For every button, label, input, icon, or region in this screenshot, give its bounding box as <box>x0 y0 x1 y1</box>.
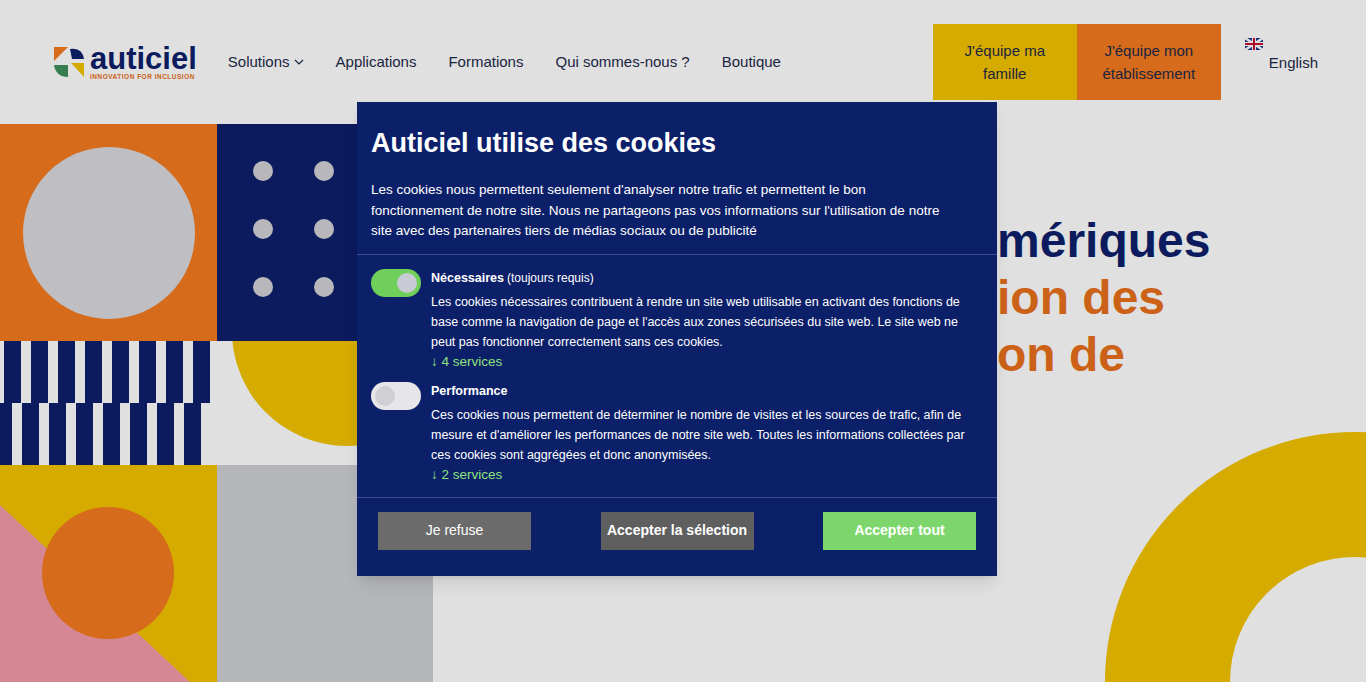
cookie-category: Nécessaires(toujours requis) Les cookies … <box>371 269 983 372</box>
dialog-footer: Je refuse Accepter la sélection Accepter t… <box>357 497 997 576</box>
dialog-title: Auticiel utilise des cookies <box>371 126 983 160</box>
category-name: Nécessaires <box>431 271 504 285</box>
services-link[interactable]: ↓ 4 services <box>431 352 983 372</box>
dialog-description: Les cookies nous permettent seulement d'… <box>371 180 983 242</box>
page: auticielINNOVATION FOR INCLUSIONSolution… <box>0 0 1366 682</box>
cookie-dialog: Auticiel utilise des cookies Les cookies … <box>357 102 997 576</box>
category-toggle[interactable] <box>371 269 421 297</box>
dialog-button[interactable]: Accepter tout <box>823 512 976 550</box>
dialog-button[interactable]: Je refuse <box>378 512 531 550</box>
category-note: (toujours requis) <box>507 271 594 285</box>
category-description: Les cookies nécessaires contribuent à re… <box>431 292 983 352</box>
category-description: Ces cookies nous permettent de détermine… <box>431 405 983 465</box>
cookie-category: Performance Ces cookies nous permettent d… <box>371 382 983 485</box>
category-name: Performance <box>431 384 507 398</box>
dialog-button[interactable]: Accepter la sélection <box>601 512 754 550</box>
services-link[interactable]: ↓ 2 services <box>431 465 983 485</box>
category-toggle[interactable] <box>371 382 421 410</box>
